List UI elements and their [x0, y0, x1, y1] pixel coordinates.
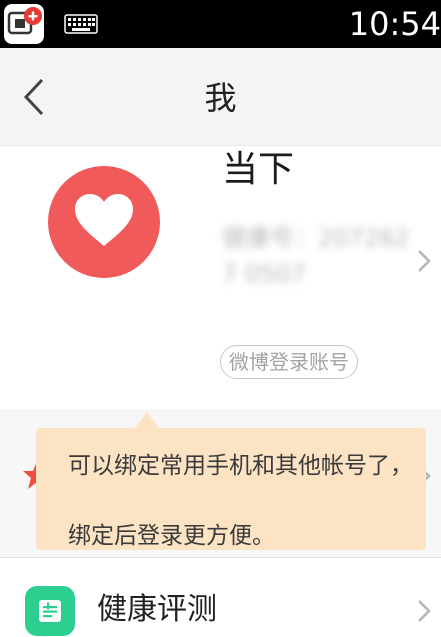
page-title: 我: [204, 79, 237, 117]
menu-item-label: 健康评测: [97, 592, 217, 627]
heart-icon: [75, 194, 133, 246]
chevron-right-icon: [414, 596, 434, 626]
tooltip-text: 可以绑定常用手机和其他帐号了，: [68, 453, 413, 479]
tooltip-arrow: [135, 412, 159, 428]
profile-card[interactable]: 当下 健康号：2072627 0507 微博登录账号: [0, 146, 441, 408]
health-assessment-icon: [25, 586, 75, 636]
status-bar: 10:54: [0, 0, 441, 48]
username: 当下: [222, 149, 295, 190]
bind-tooltip[interactable]: 可以绑定常用手机和其他帐号了， 绑定后登录更方便。: [36, 428, 426, 550]
account-id: 健康号：2072627 0507: [222, 224, 410, 288]
chevron-right-icon: [414, 246, 434, 276]
app-notification-icon: [4, 4, 44, 44]
tooltip-text-secondary: 绑定后登录更方便。: [68, 523, 275, 549]
keyboard-icon: [64, 14, 98, 34]
login-type-badge: 微博登录账号: [220, 345, 358, 379]
nav-bar: 我: [0, 48, 441, 146]
avatar[interactable]: [48, 166, 160, 278]
menu-item-health-assessment[interactable]: 健康评测: [0, 558, 441, 637]
status-time: 10:54: [348, 5, 441, 43]
